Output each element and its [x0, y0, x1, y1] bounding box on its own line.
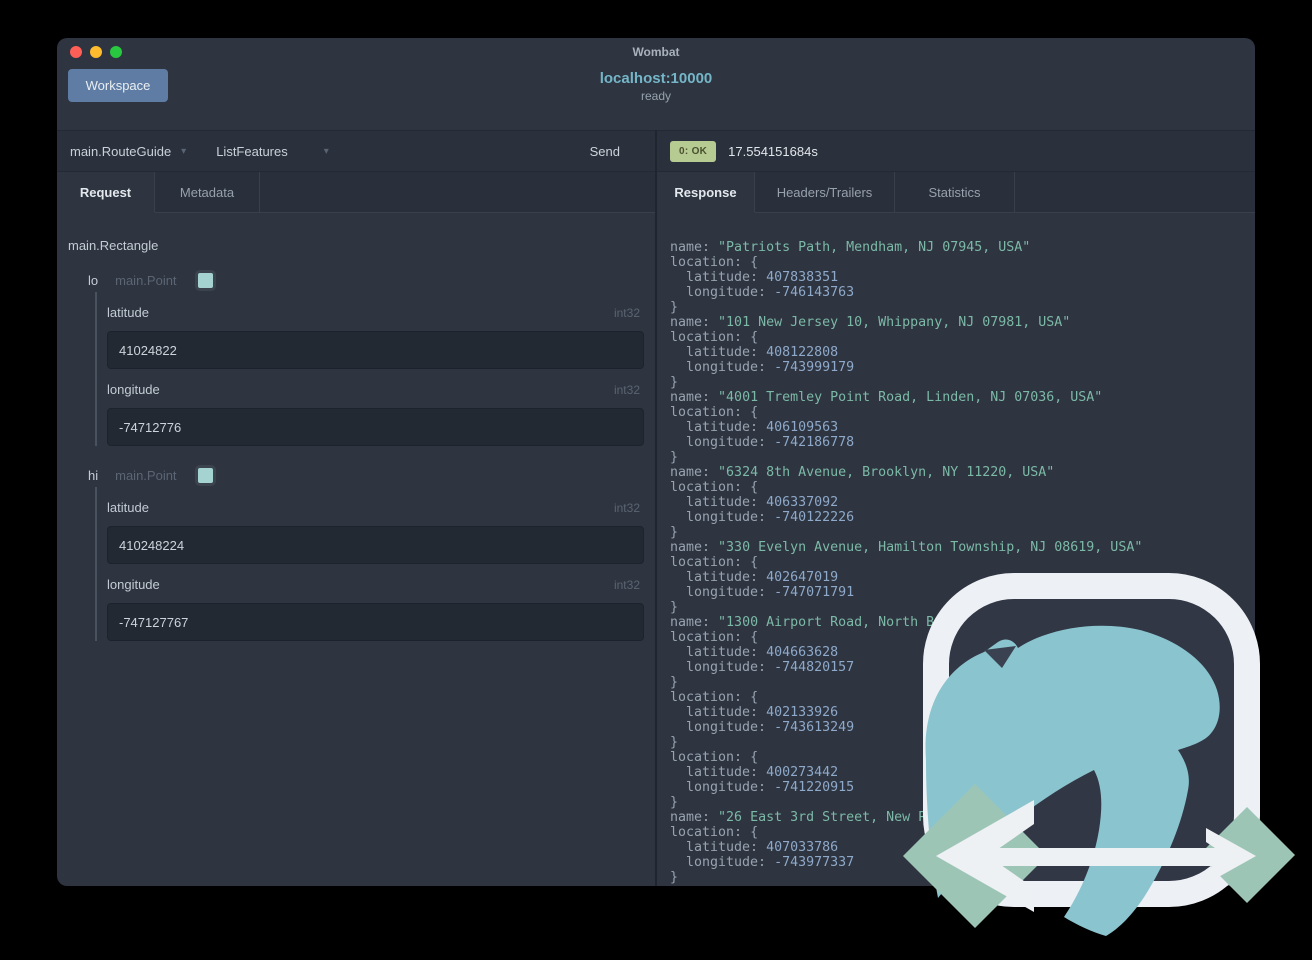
title-bar: Wombat: [57, 38, 1255, 65]
response-entry-name: name: "1300 Airport Road, North Br: [670, 615, 943, 630]
message-type-label: main.Rectangle: [68, 238, 159, 253]
field-group-lo: lo main.Point latitude int32 longitude i…: [68, 271, 644, 446]
duration-label: 17.554151684s: [728, 143, 818, 159]
field-name: lo: [88, 272, 99, 288]
field-label: longitude: [107, 577, 160, 592]
server-info: localhost:10000 ready: [57, 70, 1255, 103]
service-select[interactable]: main.RouteGuide: [70, 144, 171, 159]
chevron-down-icon: ▾: [181, 145, 187, 157]
response-entry-location-open: location: {: [670, 690, 759, 705]
tabs-filler: [1015, 172, 1255, 213]
response-toolbar: 0: OK 17.554151684s: [657, 130, 1255, 172]
request-tabs: Request Metadata: [57, 172, 655, 213]
response-entry-latitude: latitude: 406109563: [670, 420, 839, 435]
method-select[interactable]: ListFeatures: [216, 144, 288, 159]
field-label: longitude: [107, 382, 160, 397]
tab-metadata[interactable]: Metadata: [155, 172, 260, 213]
response-entry-close: }: [670, 600, 679, 615]
response-entry-latitude: latitude: 406337092: [670, 495, 839, 510]
app-window: Wombat Workspace localhost:10000 ready m…: [57, 38, 1255, 886]
response-entry-longitude: longitude: -746143763: [670, 285, 855, 300]
window-title: Wombat: [632, 44, 680, 59]
response-entry-longitude: longitude: -743999179: [670, 360, 855, 375]
response-entry-longitude: longitude: -747071791: [670, 585, 855, 600]
response-entry-name: name: "Patriots Path, Mendham, NJ 07945,…: [670, 240, 1031, 255]
status-badge: 0: OK: [670, 140, 717, 162]
response-entry-location-open: location: {: [670, 555, 759, 570]
response-tabs: Response Headers/Trailers Statistics: [657, 172, 1255, 213]
response-entry-close: }: [670, 375, 679, 390]
response-entry-close: }: [670, 735, 679, 750]
response-entry-location-open: location: {: [670, 480, 759, 495]
response-entry-close: }: [670, 525, 679, 540]
response-entry-name: name: "26 East 3rd Street, New Pr: [670, 810, 935, 825]
request-form: main.Rectangle lo main.Point latitude in…: [57, 213, 655, 886]
response-entry-close: }: [670, 870, 679, 885]
response-body: name: "Patriots Path, Mendham, NJ 07945,…: [657, 213, 1255, 886]
tab-response[interactable]: Response: [657, 172, 755, 213]
tab-headers-trailers[interactable]: Headers/Trailers: [755, 172, 895, 213]
response-entry-close: }: [670, 675, 679, 690]
field-name: hi: [88, 467, 99, 483]
field-type: main.Point: [115, 467, 177, 483]
field-label: latitude: [107, 305, 149, 320]
response-entry-location-open: location: {: [670, 750, 759, 765]
hi-longitude-input[interactable]: [107, 603, 644, 641]
response-entry-location-open: location: {: [670, 405, 759, 420]
response-entry-longitude: longitude: -740122226: [670, 510, 855, 525]
response-entry-close: }: [670, 450, 679, 465]
server-address: localhost:10000: [599, 70, 713, 87]
tab-statistics[interactable]: Statistics: [895, 172, 1015, 213]
response-entry-longitude: longitude: -741220915: [670, 780, 855, 795]
response-entry-latitude: latitude: 402647019: [670, 570, 839, 585]
response-entry-location-open: location: {: [670, 330, 759, 345]
field-label: latitude: [107, 500, 149, 515]
response-entry-name: name: "4001 Tremley Point Road, Linden, …: [670, 390, 1103, 405]
lo-enabled-checkbox[interactable]: [197, 272, 213, 288]
response-entry-location-open: location: {: [670, 630, 759, 645]
app-header: Workspace localhost:10000 ready: [57, 65, 1255, 130]
response-entry-name: name: "6324 8th Avenue, Brooklyn, NY 112…: [670, 465, 1055, 480]
response-entry-longitude: longitude: -743613249: [670, 720, 855, 735]
response-entry-location-open: location: {: [670, 825, 759, 840]
hi-enabled-checkbox[interactable]: [197, 467, 213, 483]
response-entry-latitude: latitude: 407033786: [670, 840, 839, 855]
response-entry-latitude: latitude: 404663628: [670, 645, 839, 660]
proto-type-label: int32: [613, 383, 640, 397]
hi-latitude-input[interactable]: [107, 526, 644, 564]
tabs-filler: [260, 172, 655, 213]
chevron-down-icon: ▾: [323, 145, 329, 157]
response-entry-location-open: location: {: [670, 255, 759, 270]
tab-request[interactable]: Request: [57, 172, 155, 213]
response-entry-latitude: latitude: 408122808: [670, 345, 839, 360]
response-entry-name: name: "101 New Jersey 10, Whippany, NJ 0…: [670, 315, 1071, 330]
response-entry-latitude: latitude: 400273442: [670, 765, 839, 780]
response-entry-close: }: [670, 300, 679, 315]
response-entry-latitude: latitude: 402133926: [670, 705, 839, 720]
response-pane: 0: OK 17.554151684s Response Headers/Tra…: [657, 130, 1255, 886]
response-entry-name: name: "330 Evelyn Avenue, Hamilton Towns…: [670, 540, 1143, 555]
proto-type-label: int32: [613, 578, 640, 592]
proto-type-label: int32: [613, 501, 640, 515]
send-button[interactable]: Send: [590, 144, 620, 159]
request-pane: main.RouteGuide ▾ ListFeatures ▾ Send Re…: [57, 130, 657, 886]
field-group-hi: hi main.Point latitude int32 longitude i…: [68, 466, 644, 641]
response-entry-longitude: longitude: -742186778: [670, 435, 855, 450]
proto-type-label: int32: [613, 306, 640, 320]
field-type: main.Point: [115, 272, 177, 288]
server-status: ready: [640, 89, 672, 103]
response-entry-longitude: longitude: -743977337: [670, 855, 855, 870]
response-entry-latitude: latitude: 407838351: [670, 270, 839, 285]
lo-latitude-input[interactable]: [107, 331, 644, 369]
request-toolbar: main.RouteGuide ▾ ListFeatures ▾ Send: [57, 130, 655, 172]
lo-longitude-input[interactable]: [107, 408, 644, 446]
response-entry-longitude: longitude: -744820157: [670, 660, 855, 675]
response-entry-close: }: [670, 795, 679, 810]
